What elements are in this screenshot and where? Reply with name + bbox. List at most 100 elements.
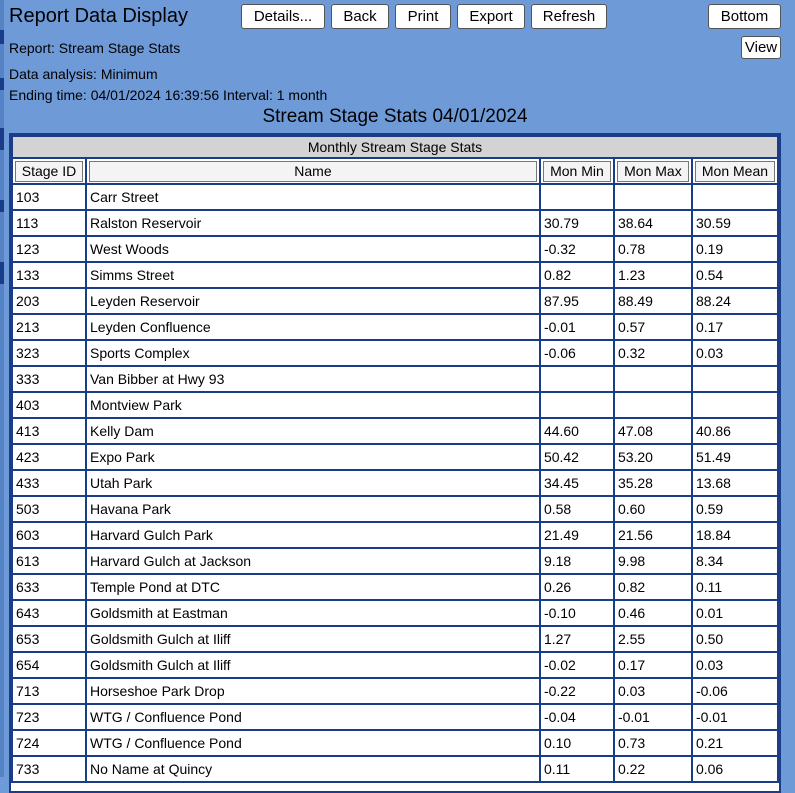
- mon-mean-cell: 0.11: [692, 575, 777, 599]
- details-button[interactable]: Details...: [241, 4, 325, 29]
- table-caption: Monthly Stream Stage Stats: [13, 137, 777, 157]
- header-mon-min[interactable]: Mon Min: [540, 159, 613, 183]
- sort-mon-mean-button[interactable]: Mon Mean: [694, 160, 775, 182]
- export-button[interactable]: Export: [457, 4, 525, 29]
- mon-mean-cell: 0.17: [692, 315, 777, 339]
- back-button[interactable]: Back: [331, 4, 389, 29]
- table-row: 654 Goldsmith Gulch at Iliff -0.02 0.17 0.03: [13, 653, 777, 677]
- name-cell: Harvard Gulch Park: [87, 523, 539, 547]
- table-row: 323 Sports Complex -0.06 0.32 0.03: [13, 341, 777, 365]
- mon-max-cell: 0.57: [614, 315, 691, 339]
- name-cell: Goldsmith Gulch at Iliff: [87, 627, 539, 651]
- stage-id-cell: 713: [13, 679, 85, 703]
- bottom-button[interactable]: Bottom: [708, 4, 781, 29]
- table-row: 503 Havana Park 0.58 0.60 0.59: [13, 497, 777, 521]
- mon-mean-cell: [692, 393, 777, 417]
- stage-id-cell: 133: [13, 263, 85, 287]
- stage-id-cell: 654: [13, 653, 85, 677]
- print-button[interactable]: Print: [395, 4, 451, 29]
- mon-min-cell: 0.11: [540, 757, 613, 781]
- mon-mean-cell: 13.68: [692, 471, 777, 495]
- mon-min-cell: -0.04: [540, 705, 613, 729]
- mon-max-cell: 0.03: [614, 679, 691, 703]
- name-cell: Ralston Reservoir: [87, 211, 539, 235]
- stage-id-cell: 203: [13, 289, 85, 313]
- mon-mean-cell: 88.24: [692, 289, 777, 313]
- mon-max-cell: 88.49: [614, 289, 691, 313]
- name-cell: Havana Park: [87, 497, 539, 521]
- table-row: 423 Expo Park 50.42 53.20 51.49: [13, 445, 777, 469]
- table-row: 433 Utah Park 34.45 35.28 13.68: [13, 471, 777, 495]
- sort-mon-min-button[interactable]: Mon Min: [542, 160, 611, 182]
- mon-max-cell: [614, 185, 691, 209]
- stage-id-cell: 733: [13, 757, 85, 781]
- name-cell: Temple Pond at DTC: [87, 575, 539, 599]
- mon-mean-cell: 0.03: [692, 653, 777, 677]
- stage-id-cell: 123: [13, 237, 85, 261]
- stage-id-cell: 113: [13, 211, 85, 235]
- name-cell: Expo Park: [87, 445, 539, 469]
- stage-id-cell: 613: [13, 549, 85, 573]
- mon-min-cell: 0.26: [540, 575, 613, 599]
- view-button[interactable]: View: [741, 36, 781, 59]
- mon-min-cell: -0.22: [540, 679, 613, 703]
- report-table-panel[interactable]: Monthly Stream Stage Stats Stage ID Name…: [9, 133, 781, 793]
- table-row: 333 Van Bibber at Hwy 93: [13, 367, 777, 391]
- mon-min-cell: 0.10: [540, 731, 613, 755]
- mon-min-cell: 1.27: [540, 627, 613, 651]
- mon-min-cell: -0.10: [540, 601, 613, 625]
- mon-max-cell: 21.56: [614, 523, 691, 547]
- mon-max-cell: 0.32: [614, 341, 691, 365]
- mon-max-cell: 9.98: [614, 549, 691, 573]
- mon-mean-cell: 0.59: [692, 497, 777, 521]
- mon-mean-cell: 0.03: [692, 341, 777, 365]
- mon-max-cell: 0.46: [614, 601, 691, 625]
- stage-id-cell: 403: [13, 393, 85, 417]
- mon-min-cell: 34.45: [540, 471, 613, 495]
- mon-max-cell: 0.73: [614, 731, 691, 755]
- table-row: 103 Carr Street: [13, 185, 777, 209]
- mon-mean-cell: -0.06: [692, 679, 777, 703]
- stage-id-cell: 633: [13, 575, 85, 599]
- name-cell: Goldsmith Gulch at Iliff: [87, 653, 539, 677]
- name-cell: Utah Park: [87, 471, 539, 495]
- name-cell: Montview Park: [87, 393, 539, 417]
- table-row: 713 Horseshoe Park Drop -0.22 0.03 -0.06: [13, 679, 777, 703]
- mon-mean-cell: 40.86: [692, 419, 777, 443]
- mon-mean-cell: 0.01: [692, 601, 777, 625]
- mon-max-cell: 0.82: [614, 575, 691, 599]
- mon-mean-cell: 0.21: [692, 731, 777, 755]
- header-name[interactable]: Name: [87, 159, 539, 183]
- header-mon-max[interactable]: Mon Max: [614, 159, 691, 183]
- mon-mean-cell: 18.84: [692, 523, 777, 547]
- table-row: 403 Montview Park: [13, 393, 777, 417]
- mon-max-cell: 1.23: [614, 263, 691, 287]
- sort-name-button[interactable]: Name: [89, 160, 537, 182]
- mon-min-cell: -0.01: [540, 315, 613, 339]
- name-cell: No Name at Quincy: [87, 757, 539, 781]
- mon-max-cell: 0.60: [614, 497, 691, 521]
- mon-max-cell: 35.28: [614, 471, 691, 495]
- name-cell: Sports Complex: [87, 341, 539, 365]
- sort-mon-max-button[interactable]: Mon Max: [616, 160, 689, 182]
- mon-min-cell: [540, 393, 613, 417]
- sort-stage-id-button[interactable]: Stage ID: [15, 160, 83, 182]
- header-mon-mean[interactable]: Mon Mean: [692, 159, 777, 183]
- mon-min-cell: 9.18: [540, 549, 613, 573]
- table-row: 613 Harvard Gulch at Jackson 9.18 9.98 8.34: [13, 549, 777, 573]
- table-row: 723 WTG / Confluence Pond -0.04 -0.01 -0.01: [13, 705, 777, 729]
- stage-id-cell: 323: [13, 341, 85, 365]
- mon-mean-cell: 51.49: [692, 445, 777, 469]
- refresh-button[interactable]: Refresh: [531, 4, 607, 29]
- mon-max-cell: [614, 367, 691, 391]
- header-stage-id[interactable]: Stage ID: [13, 159, 85, 183]
- stage-id-cell: 103: [13, 185, 85, 209]
- table-row: 603 Harvard Gulch Park 21.49 21.56 18.84: [13, 523, 777, 547]
- stage-id-cell: 653: [13, 627, 85, 651]
- mon-mean-cell: 30.59: [692, 211, 777, 235]
- name-cell: WTG / Confluence Pond: [87, 705, 539, 729]
- stage-id-cell: 603: [13, 523, 85, 547]
- mon-min-cell: 21.49: [540, 523, 613, 547]
- stage-id-cell: 723: [13, 705, 85, 729]
- stage-id-cell: 724: [13, 731, 85, 755]
